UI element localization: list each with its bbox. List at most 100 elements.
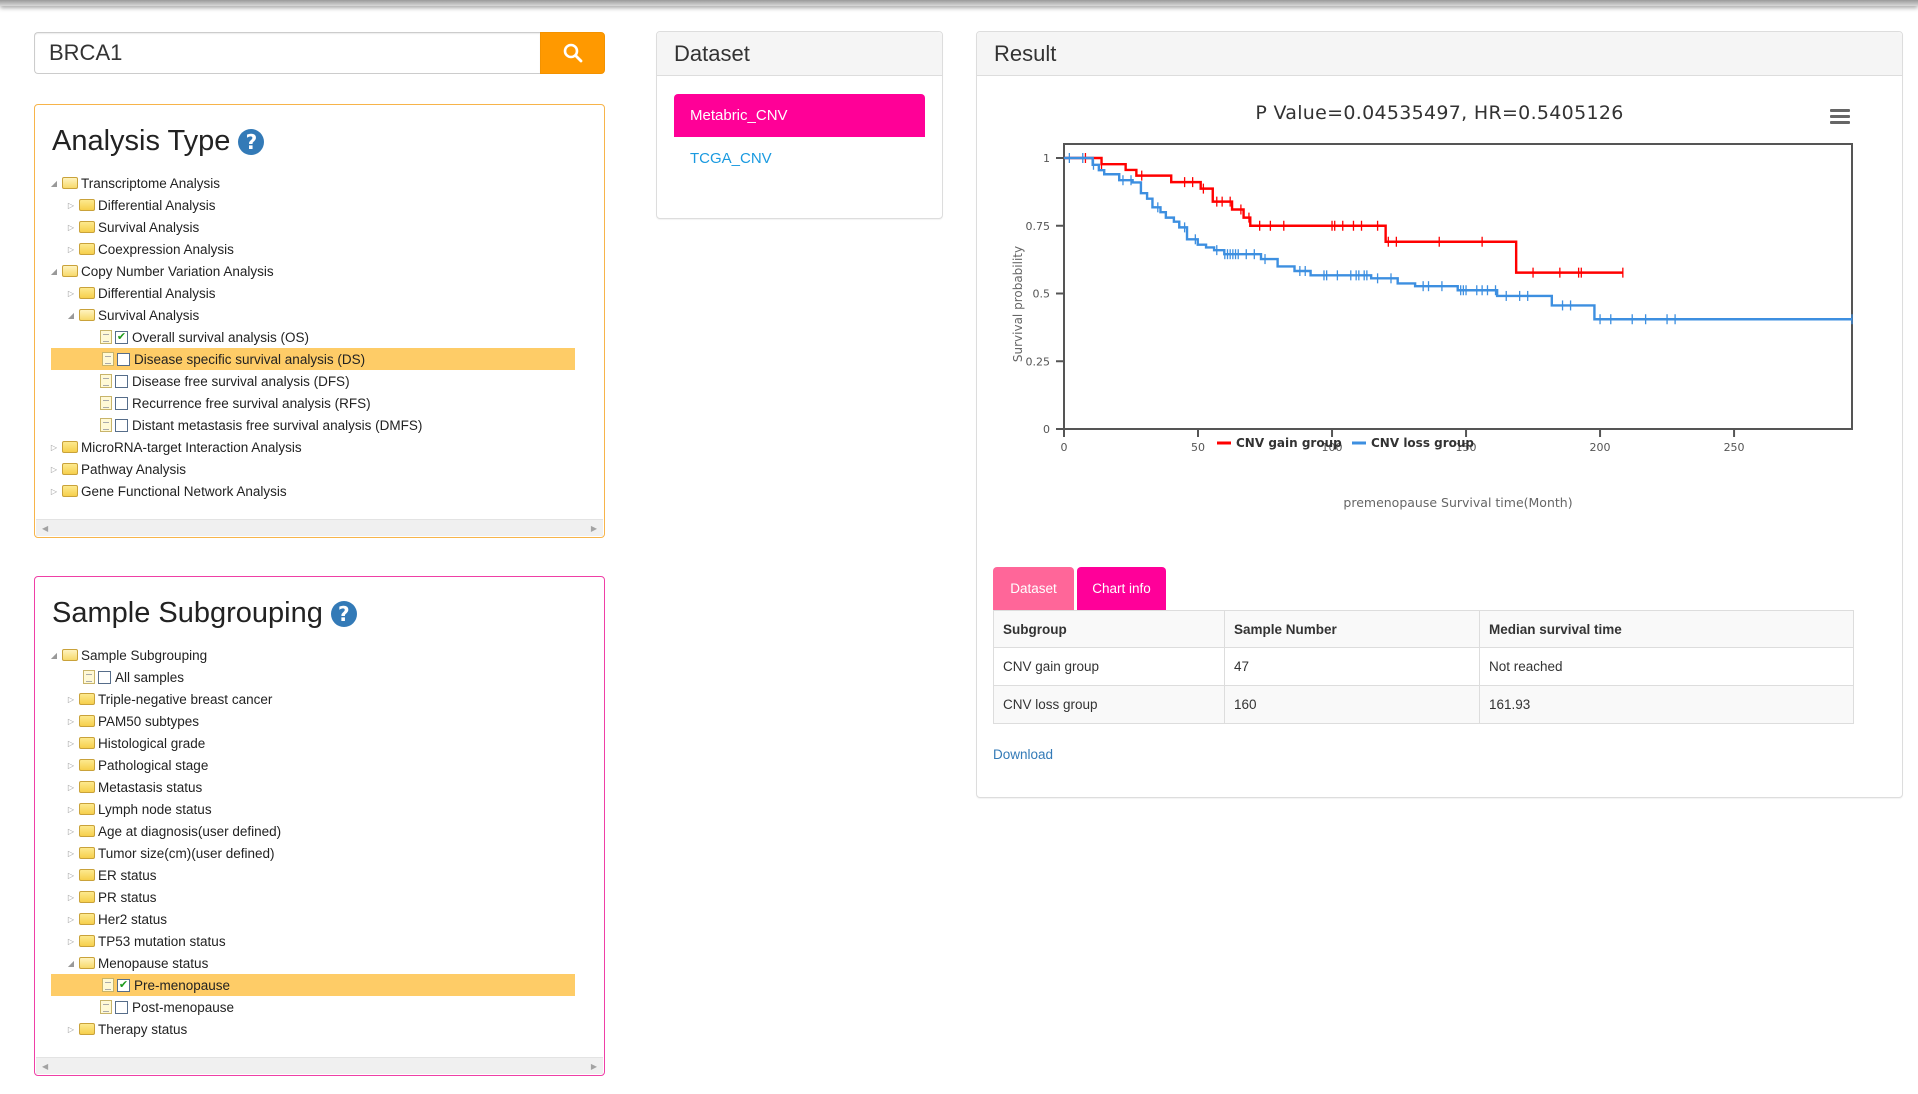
tree-item-transcriptome-analysis[interactable]: ◢ Transcriptome Analysis <box>49 172 575 194</box>
scroll-left-icon[interactable]: ◀ <box>42 1062 48 1071</box>
gene-search-input[interactable] <box>34 32 540 74</box>
expand-arrow-icon[interactable]: ▷ <box>66 244 76 254</box>
legend-label: CNV loss group <box>1371 436 1474 450</box>
tree-item-histological-grade[interactable]: ▷ Histological grade <box>49 732 575 754</box>
tree-item-recurrence-free-survival-analysis-rfs[interactable]: Recurrence free survival analysis (RFS) <box>49 392 575 414</box>
expand-arrow-icon[interactable]: ▷ <box>66 222 76 232</box>
expand-arrow-icon[interactable]: ▷ <box>66 914 76 924</box>
tree-item-pathological-stage[interactable]: ▷ Pathological stage <box>49 754 575 776</box>
expand-arrow-icon[interactable]: ▷ <box>49 486 59 496</box>
collapse-arrow-icon[interactable]: ◢ <box>49 266 59 276</box>
survival-chart: 00.250.50.751 0 50 100 150 200 250 Survival p… <box>1011 143 1853 510</box>
document-icon <box>100 396 112 410</box>
tree-item-differential-analysis[interactable]: ▷ Differential Analysis <box>49 194 575 216</box>
tree-item-copy-number-variation-analysis[interactable]: ◢ Copy Number Variation Analysis <box>49 260 575 282</box>
tree-item-her2-status[interactable]: ▷ Her2 status <box>49 908 575 930</box>
expand-arrow-icon[interactable]: ▷ <box>66 782 76 792</box>
tab-chart-info[interactable]: Chart info <box>1077 567 1166 610</box>
horizontal-scrollbar[interactable]: ◀ ▶ <box>36 519 603 536</box>
tab-dataset[interactable]: Dataset <box>993 567 1074 610</box>
checkbox[interactable] <box>115 418 128 432</box>
legend-item-cnv-loss-group[interactable]: CNV loss group <box>1352 436 1474 450</box>
tree-item-lymph-node-status[interactable]: ▷ Lymph node status <box>49 798 575 820</box>
expand-arrow-icon[interactable]: ▷ <box>66 870 76 880</box>
tree-item-label: Coexpression Analysis <box>98 241 234 257</box>
tree-item-survival-analysis[interactable]: ◢ Survival Analysis <box>49 304 575 326</box>
tree-item-pre-menopause[interactable]: ✔ Pre-menopause <box>51 974 575 996</box>
help-icon[interactable]: ? <box>238 128 265 155</box>
expand-arrow-icon[interactable]: ▷ <box>66 826 76 836</box>
tree-item-distant-metastasis-free-survival-analysis-dmfs[interactable]: Distant metastasis free survival analysi… <box>49 414 575 436</box>
tree-item-survival-analysis[interactable]: ▷ Survival Analysis <box>49 216 575 238</box>
expand-arrow-icon[interactable]: ▷ <box>66 1024 76 1034</box>
expand-arrow-icon[interactable]: ▷ <box>66 288 76 298</box>
collapse-arrow-icon[interactable]: ◢ <box>66 958 76 968</box>
checkbox[interactable] <box>115 396 128 410</box>
tree-item-tumor-size-cm-user-defined[interactable]: ▷ Tumor size(cm)(user defined) <box>49 842 575 864</box>
folder-open-icon <box>79 309 95 321</box>
tree-item-er-status[interactable]: ▷ ER status <box>49 864 575 886</box>
collapse-arrow-icon[interactable]: ◢ <box>49 178 59 188</box>
dataset-item-label: TCGA_CNV <box>690 150 772 167</box>
tree-item-label: ER status <box>98 867 157 883</box>
tree-item-pathway-analysis[interactable]: ▷ Pathway Analysis <box>49 458 575 480</box>
x-tick-label: 250 <box>1724 441 1745 454</box>
expand-arrow-icon[interactable]: ▷ <box>66 804 76 814</box>
checkbox[interactable] <box>117 352 130 366</box>
tree-item-disease-specific-survival-analysis-ds[interactable]: Disease specific survival analysis (DS) <box>51 348 575 370</box>
expand-arrow-icon[interactable]: ▷ <box>66 200 76 210</box>
scroll-right-icon[interactable]: ▶ <box>591 524 597 533</box>
tree-item-triple-negative-breast-cancer[interactable]: ▷ Triple-negative breast cancer <box>49 688 575 710</box>
checkbox[interactable] <box>98 670 111 684</box>
tree-item-disease-free-survival-analysis-dfs[interactable]: Disease free survival analysis (DFS) <box>49 370 575 392</box>
tree-item-therapy-status[interactable]: ▷ Therapy status <box>49 1018 575 1040</box>
expand-arrow-icon[interactable]: ▷ <box>66 694 76 704</box>
scroll-right-icon[interactable]: ▶ <box>591 1062 597 1071</box>
y-tick-label: 0.75 <box>1026 220 1051 233</box>
tree-item-menopause-status[interactable]: ◢ Menopause status <box>49 952 575 974</box>
tree-item-pr-status[interactable]: ▷ PR status <box>49 886 575 908</box>
expand-arrow-icon[interactable]: ▷ <box>49 464 59 474</box>
tree-item-overall-survival-analysis-os[interactable]: ✔ Overall survival analysis (OS) <box>49 326 575 348</box>
tree-item-pam50-subtypes[interactable]: ▷ PAM50 subtypes <box>49 710 575 732</box>
expand-arrow-icon[interactable]: ▷ <box>66 892 76 902</box>
tree-item-label: Pathological stage <box>98 757 209 773</box>
result-panel-header: Result <box>977 32 1902 76</box>
checkbox[interactable]: ✔ <box>117 978 130 992</box>
collapse-arrow-icon[interactable]: ◢ <box>49 650 59 660</box>
checkbox[interactable] <box>115 374 128 388</box>
checkbox[interactable] <box>115 1000 128 1014</box>
tree-item-sample-subgrouping[interactable]: ◢ Sample Subgrouping <box>49 644 575 666</box>
expand-arrow-icon[interactable]: ▷ <box>66 716 76 726</box>
folder-icon <box>79 781 95 793</box>
dataset-item-metabric-cnv[interactable]: Metabric_CNV <box>674 94 925 137</box>
expand-arrow-icon[interactable]: ▷ <box>66 738 76 748</box>
x-tick-label: 50 <box>1191 441 1205 454</box>
tree-item-age-at-diagnosis-user-defined[interactable]: ▷ Age at diagnosis(user defined) <box>49 820 575 842</box>
result-tabs: Dataset Chart info <box>993 567 1166 610</box>
search-button[interactable] <box>540 32 605 74</box>
expand-arrow-icon[interactable]: ▷ <box>66 760 76 770</box>
tree-item-microrna-target-interaction-analysis[interactable]: ▷ MicroRNA-target Interaction Analysis <box>49 436 575 458</box>
collapse-arrow-icon[interactable]: ◢ <box>66 310 76 320</box>
folder-icon <box>79 715 95 727</box>
tree-item-post-menopause[interactable]: Post-menopause <box>49 996 575 1018</box>
horizontal-scrollbar[interactable]: ◀ ▶ <box>36 1057 603 1074</box>
legend-item-cnv-gain-group[interactable]: CNV gain group <box>1217 436 1342 450</box>
dataset-item-tcga-cnv[interactable]: TCGA_CNV <box>674 137 925 180</box>
expand-arrow-icon[interactable]: ▷ <box>49 442 59 452</box>
help-icon[interactable]: ? <box>330 600 357 627</box>
expand-arrow-icon[interactable]: ▷ <box>66 936 76 946</box>
tree-item-metastasis-status[interactable]: ▷ Metastasis status <box>49 776 575 798</box>
tree-item-gene-functional-network-analysis[interactable]: ▷ Gene Functional Network Analysis <box>49 480 575 502</box>
tree-item-tp53-mutation-status[interactable]: ▷ TP53 mutation status <box>49 930 575 952</box>
expand-arrow-icon[interactable]: ▷ <box>66 848 76 858</box>
folder-icon <box>79 803 95 815</box>
tree-item-all-samples[interactable]: All samples <box>49 666 575 688</box>
tree-item-label: Therapy status <box>98 1021 188 1037</box>
checkbox[interactable]: ✔ <box>115 330 128 344</box>
scroll-left-icon[interactable]: ◀ <box>42 524 48 533</box>
tree-item-coexpression-analysis[interactable]: ▷ Coexpression Analysis <box>49 238 575 260</box>
download-link[interactable]: Download <box>993 747 1053 762</box>
tree-item-differential-analysis[interactable]: ▷ Differential Analysis <box>49 282 575 304</box>
